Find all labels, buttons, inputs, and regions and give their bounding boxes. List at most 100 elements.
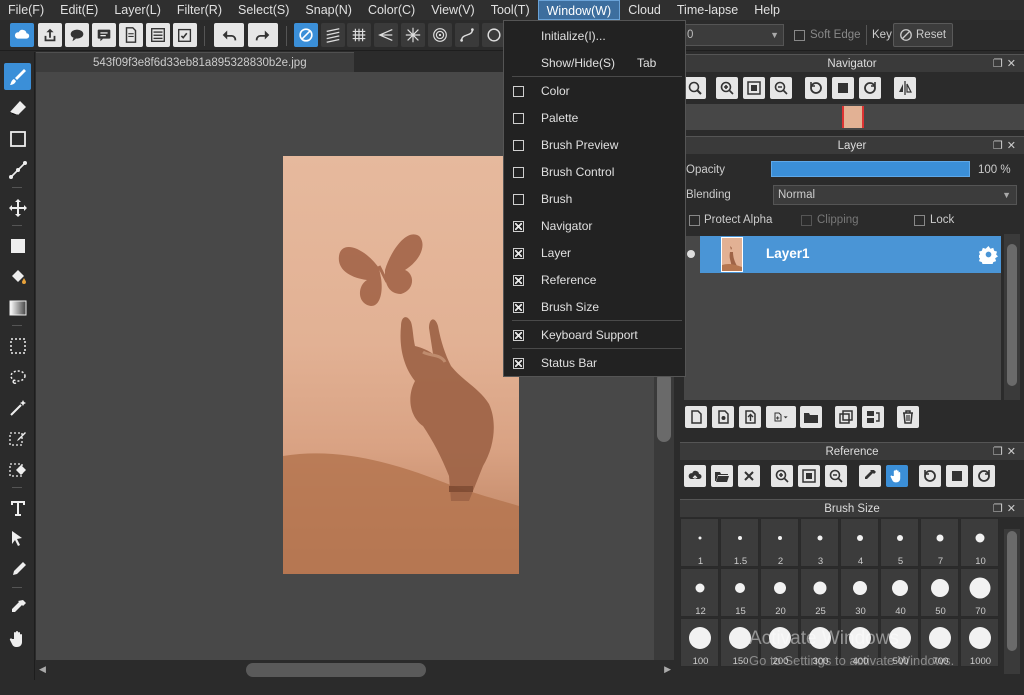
brush-size-cell[interactable]: 30 — [840, 568, 879, 617]
brush-size-cell[interactable]: 7 — [920, 518, 959, 567]
menu-select[interactable]: Select(S) — [230, 0, 297, 20]
new-layer-icon[interactable] — [685, 406, 707, 428]
zoom-in-icon[interactable] — [684, 77, 706, 99]
menu-file[interactable]: File(F) — [0, 0, 52, 20]
move-tool-icon[interactable] — [4, 194, 31, 221]
soft-edge-checkbox[interactable] — [794, 30, 805, 41]
window-menu-item-initialize-i[interactable]: Initialize(I)... — [504, 23, 685, 50]
eye-icon[interactable] — [687, 250, 695, 258]
brush-size-cell[interactable]: 2 — [760, 518, 799, 567]
select-eraser-tool-icon[interactable] — [4, 456, 31, 483]
checklist-icon[interactable] — [173, 23, 197, 47]
window-menu-item-color[interactable]: Color — [504, 78, 685, 105]
window-menu-item-keyboard-support[interactable]: Keyboard Support — [504, 322, 685, 349]
select-pen-tool-icon[interactable] — [4, 425, 31, 452]
protect-alpha-checkbox[interactable] — [689, 215, 700, 226]
merge-down-icon[interactable] — [862, 406, 884, 428]
gear-icon[interactable] — [979, 245, 998, 264]
window-menu-item-layer[interactable]: Layer — [504, 240, 685, 267]
window-menu-item-brush-preview[interactable]: Brush Preview — [504, 132, 685, 159]
list-icon[interactable] — [146, 23, 170, 47]
layer-scrollbar[interactable] — [1004, 234, 1020, 400]
duplicate-layer-icon[interactable] — [835, 406, 857, 428]
operation-tool-icon[interactable] — [4, 525, 31, 552]
menu-edit[interactable]: Edit(E) — [52, 0, 106, 20]
curve-snap-icon[interactable] — [455, 23, 479, 47]
panel-float-close-icons[interactable]: ❐✕ — [993, 55, 1020, 73]
gradient-tool-icon[interactable] — [4, 294, 31, 321]
cloud-icon[interactable] — [10, 23, 34, 47]
text-tool-icon[interactable] — [4, 494, 31, 521]
cloud-upload-icon[interactable] — [684, 465, 706, 487]
fit-screen-icon[interactable] — [743, 77, 765, 99]
window-menu-item-navigator[interactable]: Navigator — [504, 213, 685, 240]
scroll-thumb[interactable] — [1007, 531, 1017, 651]
clipping-checkbox[interactable] — [801, 215, 812, 226]
brush-size-cell[interactable]: 15 — [720, 568, 759, 617]
hand-tool-icon[interactable] — [4, 625, 31, 652]
window-menu-item-status-bar[interactable]: Status Bar — [504, 350, 685, 377]
scroll-thumb[interactable] — [657, 372, 671, 442]
document-icon[interactable] — [119, 23, 143, 47]
menu-timelapse[interactable]: Time-lapse — [669, 0, 746, 20]
reset-button[interactable]: Reset — [893, 23, 953, 47]
reset-view-icon[interactable] — [832, 77, 854, 99]
brush-size-cell[interactable]: 5 — [880, 518, 919, 567]
menu-cloud[interactable]: Cloud — [620, 0, 669, 20]
concentric-snap-icon[interactable] — [428, 23, 452, 47]
brush-size-cell[interactable]: 70 — [960, 568, 999, 617]
rotate-left-icon[interactable] — [805, 77, 827, 99]
brush-tool-icon[interactable] — [4, 63, 31, 90]
grid-snap-icon[interactable] — [347, 23, 371, 47]
window-menu-item-palette[interactable]: Palette — [504, 105, 685, 132]
zoom-in-icon[interactable] — [771, 465, 793, 487]
line-tool-icon[interactable] — [4, 156, 31, 183]
blur-tool-icon[interactable] — [4, 556, 31, 583]
zoom-out-icon[interactable] — [770, 77, 792, 99]
lasso-tool-icon[interactable] — [4, 363, 31, 390]
brush-size-cell[interactable]: 50 — [920, 568, 959, 617]
panel-float-close-icons[interactable]: ❐✕ — [993, 137, 1020, 155]
radial-line-snap-icon[interactable] — [374, 23, 398, 47]
brush-size-cell[interactable]: 40 — [880, 568, 919, 617]
brush-size-cell[interactable]: 1 — [680, 518, 719, 567]
trash-icon[interactable] — [897, 406, 919, 428]
brush-size-cell[interactable]: 1000 — [960, 618, 999, 667]
comment-icon[interactable] — [92, 23, 116, 47]
window-menu-item-reference[interactable]: Reference — [504, 267, 685, 294]
scroll-right-icon[interactable]: ▶ — [664, 664, 671, 675]
reset-view-icon[interactable] — [946, 465, 968, 487]
brush-size-scrollbar[interactable] — [1004, 529, 1020, 674]
rotate-left-icon[interactable] — [919, 465, 941, 487]
menu-layer[interactable]: Layer(L) — [106, 0, 169, 20]
eyedropper-tool-icon[interactable] — [4, 594, 31, 621]
parallel-snap-icon[interactable] — [321, 23, 345, 47]
brush-size-cell[interactable]: 3 — [800, 518, 839, 567]
select-rect-tool-icon[interactable] — [4, 332, 31, 359]
brush-size-cell[interactable]: 20 — [760, 568, 799, 617]
brush-size-cell[interactable]: 12 — [680, 568, 719, 617]
menu-view[interactable]: View(V) — [423, 0, 483, 20]
import-layer-icon[interactable] — [739, 406, 761, 428]
rotate-right-icon[interactable] — [859, 77, 881, 99]
window-menu-item-brush-size[interactable]: Brush Size — [504, 294, 685, 321]
bucket-tool-icon[interactable] — [4, 263, 31, 290]
fill-rectangle-tool-icon[interactable] — [4, 232, 31, 259]
add-layer-menu-icon[interactable] — [766, 406, 796, 428]
horizontal-scrollbar[interactable]: ◀ ▶ — [36, 660, 674, 680]
panel-float-close-icons[interactable]: ❐✕ — [993, 443, 1020, 461]
zoom-out-icon[interactable] — [825, 465, 847, 487]
menu-help[interactable]: Help — [746, 0, 788, 20]
close-reference-icon[interactable] — [738, 465, 760, 487]
magic-wand-tool-icon[interactable] — [4, 394, 31, 421]
blending-select[interactable]: Normal ▼ — [773, 185, 1017, 205]
rotate-right-icon[interactable] — [973, 465, 995, 487]
window-menu-item-brush[interactable]: Brush — [504, 186, 685, 213]
hand-icon[interactable] — [886, 465, 908, 487]
layer-row-selected[interactable]: Layer1 — [684, 236, 1001, 273]
fit-screen-icon[interactable] — [798, 465, 820, 487]
document-tab[interactable]: 543f09f3e8f6d33eb81a895328830b2e.jpg — [36, 52, 354, 72]
lock-checkbox[interactable] — [914, 215, 925, 226]
brush-size-cell[interactable]: 100 — [680, 618, 719, 667]
brush-size-cell[interactable]: 1.5 — [720, 518, 759, 567]
